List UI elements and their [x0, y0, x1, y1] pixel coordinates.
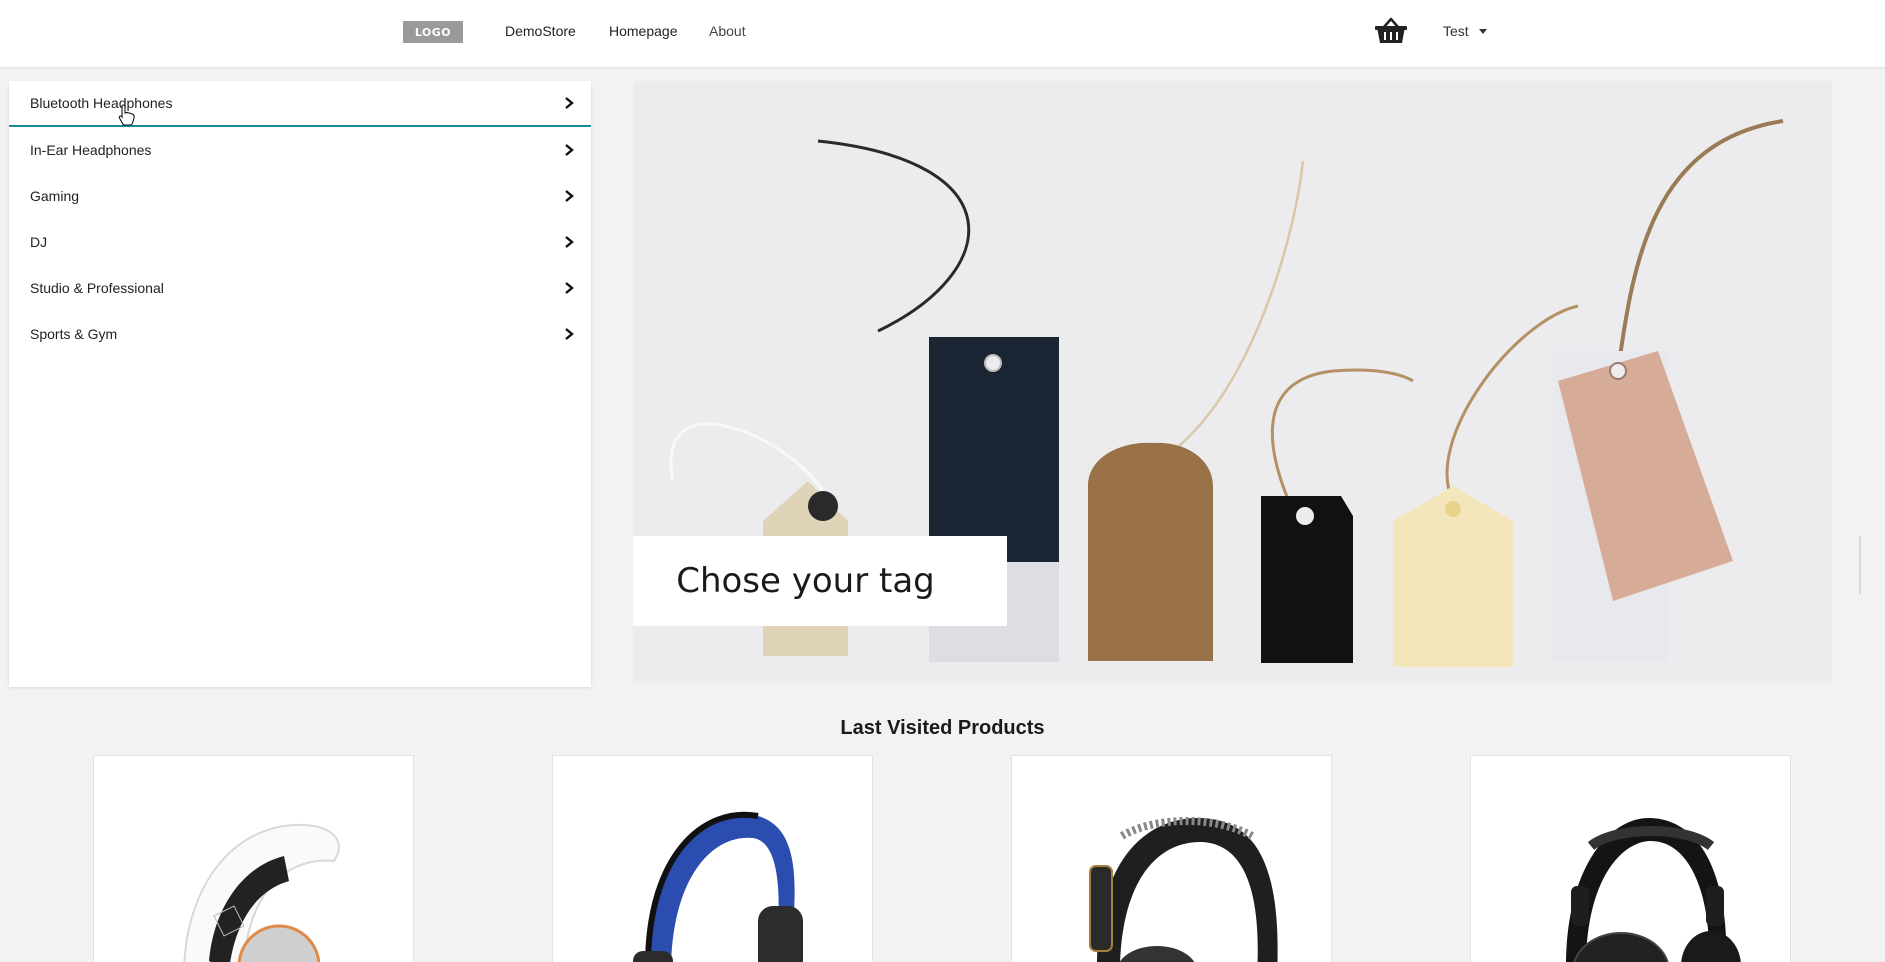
hero-banner[interactable]: Chose your tag: [633, 81, 1832, 681]
scroll-indicator: [1859, 536, 1861, 594]
chevron-right-icon: [565, 190, 574, 202]
gaming-headphones-image: [1566, 817, 1741, 962]
sidebar-item-label: Bluetooth Headphones: [30, 95, 173, 111]
product-card[interactable]: [93, 755, 414, 962]
sidebar-item-bluetooth-headphones[interactable]: Bluetooth Headphones: [9, 81, 591, 127]
product-card[interactable]: [552, 755, 873, 962]
sidebar-item-in-ear-headphones[interactable]: In-Ear Headphones: [9, 127, 591, 173]
sidebar-item-sports-gym[interactable]: Sports & Gym: [9, 311, 591, 357]
chevron-right-icon: [565, 328, 574, 340]
hand-cursor-icon: [118, 104, 135, 126]
product-card[interactable]: [1470, 755, 1791, 962]
category-sidebar: Bluetooth Headphones In-Ear Headphones G…: [9, 81, 591, 687]
sidebar-item-studio-professional[interactable]: Studio & Professional: [9, 265, 591, 311]
sidebar-item-label: Gaming: [30, 188, 80, 204]
hero-caption: Chose your tag: [633, 536, 1007, 626]
basket-icon[interactable]: [1374, 16, 1408, 46]
sidebar-item-label: Studio & Professional: [30, 280, 164, 296]
sidebar-item-label: Sports & Gym: [30, 326, 118, 342]
chevron-right-icon: [565, 97, 574, 109]
sidebar-item-label: DJ: [30, 234, 48, 250]
user-menu-label: Test: [1443, 23, 1469, 39]
last-visited-title: Last Visited Products: [840, 717, 1045, 739]
chevron-right-icon: [565, 282, 574, 294]
chevron-right-icon: [565, 236, 574, 248]
product-card[interactable]: [1011, 755, 1332, 962]
chevron-right-icon: [565, 144, 574, 156]
sidebar-item-dj[interactable]: DJ: [9, 219, 591, 265]
sidebar-item-gaming[interactable]: Gaming: [9, 173, 591, 219]
white-headphones-image: [183, 823, 340, 962]
nav-demostore-link[interactable]: DemoStore: [505, 23, 576, 39]
user-menu[interactable]: Test: [1443, 23, 1487, 39]
blue-headphones-image: [633, 811, 803, 962]
sidebar-item-label: In-Ear Headphones: [30, 142, 152, 158]
top-header: LOGO DemoStore Homepage About Test: [0, 0, 1885, 67]
caret-down-icon: [1478, 28, 1487, 34]
black-headphones-image: [1089, 817, 1278, 962]
logo[interactable]: LOGO: [403, 21, 463, 43]
nav-homepage-link[interactable]: Homepage: [609, 23, 678, 39]
nav-about-link[interactable]: About: [709, 23, 746, 39]
